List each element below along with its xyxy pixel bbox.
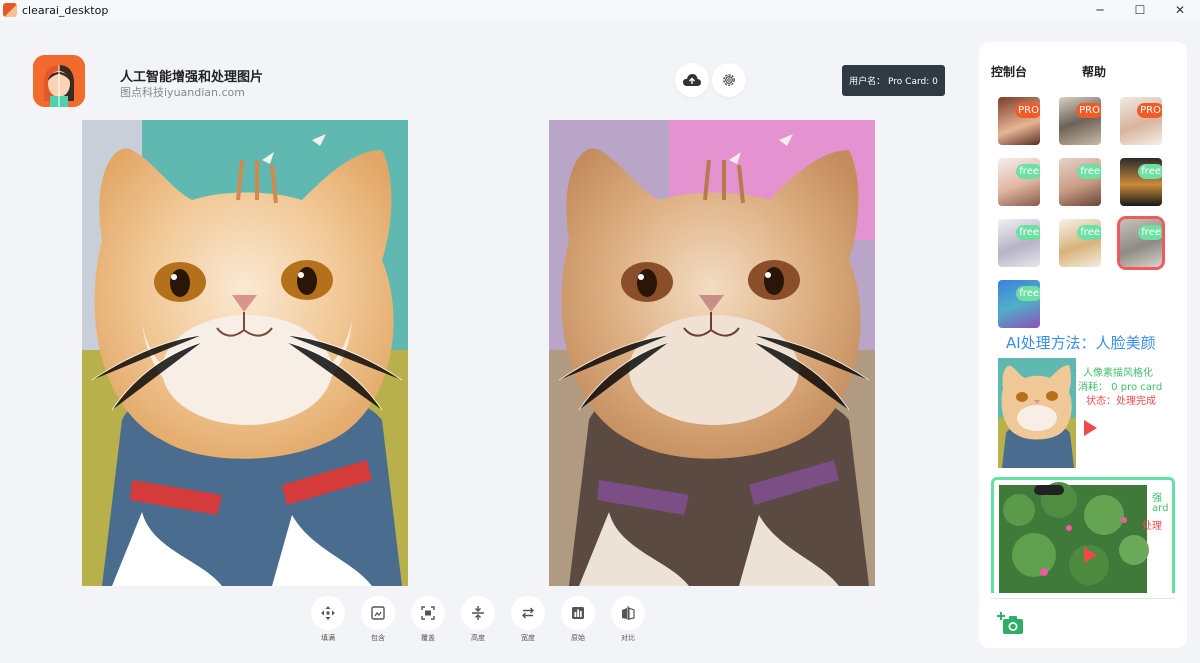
result-method: 强 [1152,493,1162,504]
style-thumbnail-selected[interactable]: free [1117,216,1165,270]
app-icon [3,3,17,17]
style-thumbnail[interactable]: free [998,158,1040,206]
style-thumbnail[interactable]: free [1059,158,1101,206]
tool-label: 原始 [571,634,585,642]
cloud-upload-button[interactable] [675,63,709,97]
tool-label: 高度 [471,634,485,642]
window-title: clearai_desktop [22,3,109,17]
play-icon[interactable] [1084,420,1097,436]
tool-height[interactable]: 高度 [461,596,495,643]
tool-label: 对比 [621,634,635,642]
style-thumbnail[interactable]: free [998,280,1040,328]
minimize-button[interactable]: ─ [1080,0,1120,20]
result-method: ：人像素描风格化 [1073,368,1153,379]
pro-badge: PRO [1015,103,1040,118]
maximize-button[interactable]: ☐ [1120,0,1160,20]
result-cost: ard [1152,503,1169,514]
height-icon [472,606,484,620]
free-badge: free [1016,164,1040,179]
original-icon [572,607,584,619]
cover-icon [421,606,435,620]
app-subtitle: 图点科技iyuandian.com [120,86,245,99]
tool-label: 覆盖 [421,634,435,642]
result-status: 状态：处理完成 [1086,396,1156,407]
fit-icon [371,606,385,620]
tab-console[interactable]: 控制台 [991,63,1027,80]
style-thumbnail[interactable]: PRO [1120,97,1162,145]
result-thumbnail[interactable] [998,358,1076,468]
cloud-upload-icon [683,74,701,86]
tool-width[interactable]: 宽度 [511,596,545,643]
result-cost: 消耗： 0 pro card [1078,382,1163,393]
tool-contain[interactable]: 包含 [361,596,395,643]
tab-help[interactable]: 帮助 [1082,63,1106,80]
compare-icon [622,606,635,620]
settings-button[interactable] [712,63,746,97]
add-photo-icon [997,612,1023,634]
app-logo [33,55,85,107]
free-badge: free [1016,225,1040,240]
user-badge[interactable]: 用户名： Pro Card: 0 [842,65,945,96]
style-thumbnail[interactable]: PRO [1059,97,1101,145]
result-card-selected[interactable]: 强 ard 处理 [991,477,1175,593]
style-thumbnail[interactable]: PRO [998,97,1040,145]
pro-badge: PRO [1076,103,1101,118]
title-bar: clearai_desktop ─ ☐ ✕ [0,0,1200,20]
result-status: 处理 [1142,521,1162,532]
pro-badge: PRO [1137,103,1162,118]
panel-divider [991,598,1175,599]
tool-fill[interactable]: 填满 [311,596,345,643]
free-badge: free [1077,164,1101,179]
play-icon[interactable] [1084,547,1097,563]
move-icon [321,606,335,620]
free-badge: free [1138,225,1162,240]
tool-cover[interactable]: 覆盖 [411,596,445,643]
method-title: AI处理方法：人脸美颜 [1006,334,1156,352]
style-thumbnail[interactable]: free [1120,158,1162,206]
tool-original[interactable]: 原始 [561,596,595,643]
window-controls: ─ ☐ ✕ [1080,0,1200,20]
processed-photo [549,120,875,586]
free-badge: free [1077,225,1101,240]
add-photo-button[interactable] [997,612,1025,636]
gear-icon [723,74,735,86]
tool-label: 宽度 [521,634,535,642]
width-icon [522,607,534,619]
style-thumbnail[interactable]: free [1059,219,1101,267]
tool-compare[interactable]: 对比 [611,596,645,643]
tool-label: 包含 [371,634,385,642]
free-badge: free [1138,164,1162,179]
original-photo [82,120,408,586]
free-badge: free [1016,286,1040,301]
app-name: 人工智能增强和处理图片 [120,70,264,85]
close-button[interactable]: ✕ [1160,0,1200,20]
tool-label: 填满 [321,634,335,642]
style-thumbnail[interactable]: free [998,219,1040,267]
